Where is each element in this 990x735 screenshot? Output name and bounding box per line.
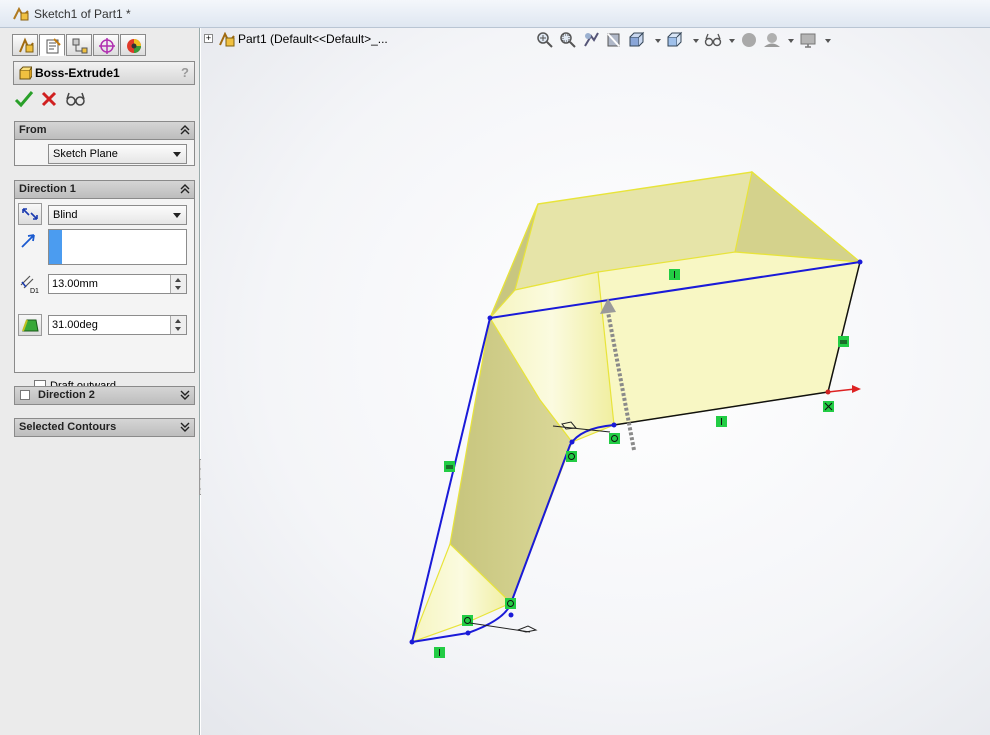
relation-badge[interactable] bbox=[609, 433, 620, 444]
boss-extrude-icon bbox=[19, 66, 32, 80]
depth-spinner[interactable] bbox=[170, 275, 186, 293]
end-condition-value: Blind bbox=[53, 209, 78, 221]
relation-badge[interactable] bbox=[462, 615, 473, 626]
dropdown-arrow-icon bbox=[173, 213, 181, 218]
relation-badge[interactable] bbox=[434, 647, 445, 658]
cancel-x-icon[interactable] bbox=[39, 89, 59, 109]
graphics-viewport[interactable]: + Part1 (Default<<Default>_... bbox=[201, 28, 990, 735]
spin-down-icon[interactable] bbox=[175, 286, 181, 290]
property-manager-panel: Boss-Extrude1 ? From Sketch Plane Direct… bbox=[0, 28, 200, 735]
preview-glasses-icon[interactable] bbox=[65, 89, 85, 109]
dimxpert-manager-tab[interactable] bbox=[93, 34, 119, 56]
svg-text:D1: D1 bbox=[30, 288, 39, 295]
direction-vector-icon-wrap bbox=[18, 231, 42, 253]
depth-icon-wrap: D1 bbox=[18, 273, 42, 295]
relation-badge[interactable] bbox=[505, 598, 516, 609]
configuration-manager-tab[interactable] bbox=[66, 34, 92, 56]
depth-input-field[interactable] bbox=[51, 276, 164, 292]
spin-up-icon[interactable] bbox=[175, 319, 181, 323]
selected-contours-group: Selected Contours bbox=[14, 418, 195, 437]
dimxpert-icon bbox=[99, 38, 115, 54]
relation-badge[interactable] bbox=[716, 416, 727, 427]
dropdown-arrow-icon bbox=[173, 152, 181, 157]
feature-manager-tab[interactable] bbox=[12, 34, 38, 56]
relation-badge[interactable] bbox=[823, 401, 834, 412]
reverse-direction-button[interactable] bbox=[18, 203, 42, 225]
chevron-up-icon[interactable] bbox=[180, 183, 190, 195]
from-group: From Sketch Plane bbox=[14, 121, 195, 166]
window-title: Sketch1 of Part1 * bbox=[34, 7, 131, 21]
chevron-down-icon[interactable] bbox=[180, 421, 190, 433]
selected-contours-header[interactable]: Selected Contours bbox=[15, 419, 194, 436]
direction-selection-box[interactable] bbox=[48, 229, 187, 265]
selection-indicator bbox=[49, 230, 62, 264]
sketch-icon bbox=[13, 7, 29, 21]
direction1-group-header[interactable]: Direction 1 bbox=[15, 181, 194, 199]
relation-badge[interactable] bbox=[669, 269, 680, 280]
from-label: From bbox=[19, 124, 47, 136]
relation-badge[interactable] bbox=[838, 336, 849, 347]
start-condition-select[interactable]: Sketch Plane bbox=[48, 144, 187, 164]
direction2-checkbox[interactable] bbox=[20, 390, 30, 400]
direction2-group-header[interactable]: Direction 2 bbox=[15, 387, 194, 404]
spin-up-icon[interactable] bbox=[175, 278, 181, 282]
help-button[interactable]: ? bbox=[181, 65, 189, 80]
draft-angle-spinner[interactable] bbox=[170, 316, 186, 334]
extrude-preview-model bbox=[409, 170, 863, 658]
chevron-down-icon[interactable] bbox=[180, 389, 190, 401]
model-faces bbox=[410, 170, 862, 644]
end-condition-select[interactable]: Blind bbox=[48, 205, 187, 225]
direction1-label: Direction 1 bbox=[19, 183, 76, 195]
direction2-group: Direction 2 bbox=[14, 386, 195, 405]
start-condition-value: Sketch Plane bbox=[53, 148, 118, 160]
draft-icon bbox=[22, 319, 39, 332]
relation-badge[interactable] bbox=[566, 451, 577, 462]
direction1-group: Direction 1 Blind D1 bbox=[14, 180, 195, 373]
display-manager-icon bbox=[127, 39, 141, 53]
depth-input[interactable] bbox=[48, 274, 187, 294]
property-icon bbox=[46, 38, 61, 54]
title-bar: Sketch1 of Part1 * bbox=[0, 0, 990, 28]
relation-badge[interactable] bbox=[444, 461, 455, 472]
property-manager-title: Boss-Extrude1 bbox=[35, 66, 120, 80]
spin-down-icon[interactable] bbox=[175, 327, 181, 331]
draft-toggle-button[interactable] bbox=[18, 314, 42, 336]
chevron-up-icon[interactable] bbox=[180, 124, 190, 136]
direction2-label: Direction 2 bbox=[38, 389, 95, 401]
right-wall-face bbox=[734, 170, 862, 263]
property-manager-tab[interactable] bbox=[39, 34, 65, 56]
configuration-icon bbox=[72, 38, 88, 54]
property-manager-header: Boss-Extrude1 ? bbox=[13, 61, 195, 85]
display-manager-tab[interactable] bbox=[120, 34, 146, 56]
draft-angle-input[interactable] bbox=[48, 315, 187, 335]
selected-contours-label: Selected Contours bbox=[19, 421, 117, 433]
direction-arrow-icon bbox=[21, 234, 35, 248]
feature-tree-icon bbox=[19, 37, 34, 53]
depth-dimension-icon: D1 bbox=[20, 275, 39, 295]
ok-checkmark-icon[interactable] bbox=[14, 89, 34, 109]
draft-angle-input-field[interactable] bbox=[51, 317, 164, 333]
reverse-direction-icon bbox=[22, 208, 38, 220]
from-group-header[interactable]: From bbox=[15, 122, 194, 140]
